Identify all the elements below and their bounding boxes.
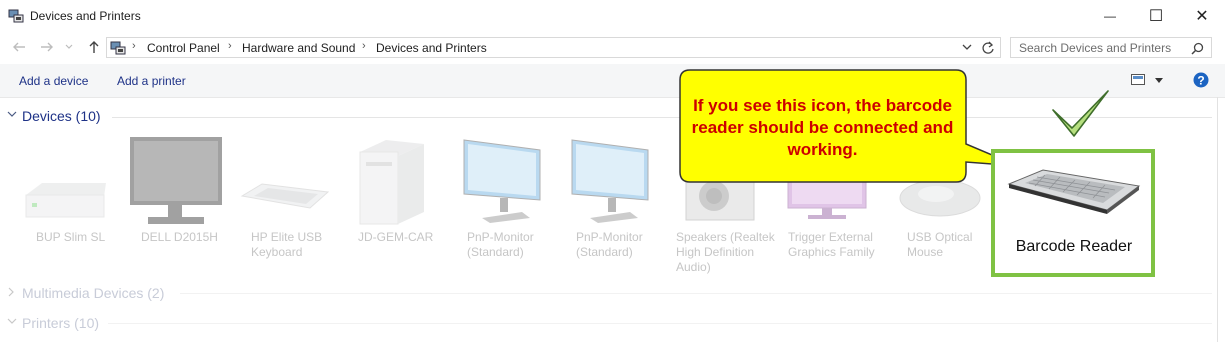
arrow-right-icon xyxy=(41,42,53,52)
keyboard-icon[interactable] xyxy=(240,182,330,216)
device-label-hp-elite-keyboard: HP Elite USB Keyboard xyxy=(251,230,323,259)
search-input[interactable]: Search Devices and Printers xyxy=(1010,37,1212,58)
monitor-icon[interactable] xyxy=(462,138,542,223)
device-label-pnp-monitor: PnP-Monitor (Standard) xyxy=(467,230,534,259)
chevron-down-icon[interactable] xyxy=(962,44,972,51)
title-bar: Devices and Printers — ☐ ✕ xyxy=(0,0,1225,32)
group-header-printers[interactable]: Printers (10) xyxy=(22,315,99,331)
add-device-button[interactable]: Add a device xyxy=(19,74,88,88)
device-label-bup-slim-sl: BUP Slim SL xyxy=(36,230,106,244)
devices-and-printers-icon xyxy=(110,41,126,55)
breadcrumb-hardware-and-sound[interactable]: Hardware and Sound xyxy=(242,41,355,55)
external-drive-icon[interactable] xyxy=(22,175,108,220)
up-button[interactable] xyxy=(85,37,103,57)
group-divider xyxy=(108,323,1212,324)
breadcrumb-separator: › xyxy=(228,40,232,52)
maximize-icon: ☐ xyxy=(1148,7,1164,25)
scrollbar-track[interactable] xyxy=(1217,97,1218,342)
device-label-jd-gem-car: JD-GEM-CAR xyxy=(358,230,434,244)
devices-and-printers-icon xyxy=(8,9,24,23)
add-printer-button[interactable]: Add a printer xyxy=(117,74,186,88)
device-label-speakers: Speakers (Realtek High Definition Audio) xyxy=(676,230,775,274)
maximize-button[interactable]: ☐ xyxy=(1133,0,1179,31)
group-divider xyxy=(112,117,1212,118)
group-header-multimedia[interactable]: Multimedia Devices (2) xyxy=(22,285,164,301)
minimize-icon: — xyxy=(1104,8,1116,23)
computer-tower-icon[interactable] xyxy=(358,138,428,226)
barcode-reader-keyboard-icon[interactable] xyxy=(1005,166,1141,216)
view-options-icon[interactable] xyxy=(1131,74,1145,85)
back-button[interactable] xyxy=(10,37,28,57)
chevron-right-icon[interactable] xyxy=(8,287,16,297)
barcode-reader-label: Barcode Reader xyxy=(1015,238,1133,255)
search-placeholder: Search Devices and Printers xyxy=(1019,41,1172,55)
close-button[interactable]: ✕ xyxy=(1179,0,1225,31)
help-icon[interactable]: ? xyxy=(1193,72,1209,88)
monitor-icon[interactable] xyxy=(570,138,650,223)
breadcrumb-devices-and-printers[interactable]: Devices and Printers xyxy=(376,41,487,55)
callout-text: If you see this icon, the barcode reader… xyxy=(691,96,954,159)
device-label-dell-d2015h: DELL D2015H xyxy=(141,230,218,244)
group-divider xyxy=(180,293,1212,294)
group-header-devices[interactable]: Devices (10) xyxy=(22,108,101,124)
search-icon xyxy=(1191,42,1204,55)
minimize-button[interactable]: — xyxy=(1087,0,1133,31)
refresh-icon[interactable] xyxy=(981,41,995,55)
recent-locations-button[interactable] xyxy=(62,37,76,57)
command-bar: Add a device Add a printer ? xyxy=(0,64,1225,98)
window-title: Devices and Printers xyxy=(30,9,141,23)
chevron-down-icon[interactable] xyxy=(1155,78,1163,83)
arrow-up-icon xyxy=(89,41,99,53)
arrow-left-icon xyxy=(13,42,25,52)
breadcrumb-separator: › xyxy=(362,40,366,52)
breadcrumb-control-panel[interactable]: Control Panel xyxy=(147,41,220,55)
breadcrumb-separator: › xyxy=(132,40,136,52)
device-label-usb-mouse: USB Optical Mouse xyxy=(907,230,973,259)
device-label-pnp-monitor: PnP-Monitor (Standard) xyxy=(576,230,643,259)
checkmark-icon xyxy=(1052,90,1109,137)
forward-button[interactable] xyxy=(38,37,56,57)
address-bar[interactable]: › Control Panel › Hardware and Sound › D… xyxy=(106,37,1001,58)
monitor-icon[interactable] xyxy=(128,135,223,227)
chevron-down-icon xyxy=(65,44,73,49)
close-icon: ✕ xyxy=(1195,7,1209,25)
svg-text:?: ? xyxy=(1197,74,1204,88)
chevron-down-icon[interactable] xyxy=(7,318,17,326)
chevron-down-icon[interactable] xyxy=(7,111,17,119)
device-label-trigger-graphics: Trigger External Graphics Family xyxy=(788,230,875,259)
